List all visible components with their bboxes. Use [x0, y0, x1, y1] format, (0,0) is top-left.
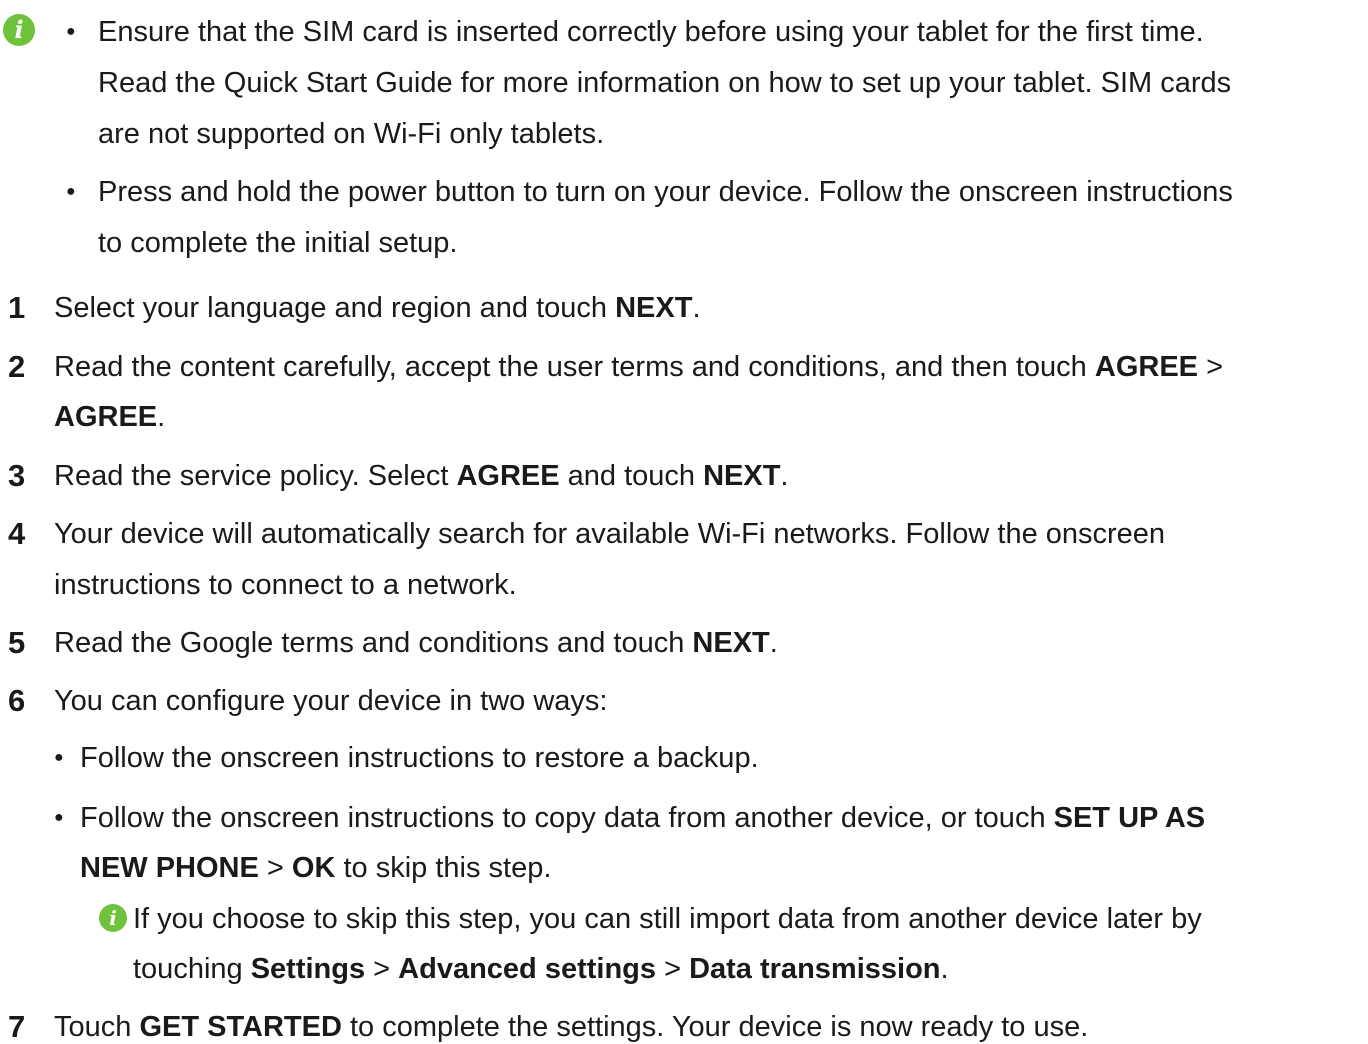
step-5-text: Read the Google terms and conditions and… [54, 627, 778, 659]
note-bullet-2-line-2: to complete the initial setup. [98, 227, 458, 259]
step-6-option-1: Follow the onscreen instructions to rest… [80, 742, 759, 774]
step-1-text: Select your language and region and touc… [54, 292, 701, 324]
step-6-option-2-line-1: Follow the onscreen instructions to copy… [80, 802, 1206, 834]
step-4-text-line-2: instructions to connect to a network. [54, 569, 517, 601]
step-3-text: Read the service policy. Select AGREE an… [54, 460, 789, 492]
step-number: 5 [8, 625, 26, 660]
step-6-option-2-line-2: NEW PHONE > OK to skip this step. [80, 852, 552, 884]
step-6-text: You can configure your device in two way… [54, 685, 608, 717]
step-4-text-line-1: Your device will automatically search fo… [54, 518, 1166, 550]
tip-text-line-2: touching Settings > Advanced settings > … [133, 953, 949, 985]
info-icon: i [3, 14, 35, 46]
step-2-text-line-2: AGREE. [54, 401, 166, 433]
step-number: 1 [8, 290, 26, 325]
bullet-icon: ● [66, 183, 76, 200]
info-icon: i [99, 904, 127, 932]
step-number: 4 [8, 516, 26, 551]
step-number: 6 [8, 683, 26, 718]
note-bullet-1-line-3: are not supported on Wi-Fi only tablets. [98, 118, 605, 150]
bullet-icon: ● [54, 809, 64, 826]
step-7-text: Touch GET STARTED to complete the settin… [54, 1011, 1089, 1043]
note-bullet-1-line-2: Read the Quick Start Guide for more info… [98, 67, 1232, 99]
tip-text-line-1: If you choose to skip this step, you can… [133, 903, 1202, 935]
step-number: 3 [8, 458, 26, 493]
step-number: 2 [8, 349, 26, 384]
step-number: 7 [8, 1009, 26, 1044]
note-bullet-2-line-1: Press and hold the power button to turn … [98, 176, 1233, 208]
bullet-icon: ● [54, 749, 64, 766]
bullet-icon: ● [66, 23, 76, 40]
step-2-text-line-1: Read the content carefully, accept the u… [54, 351, 1224, 383]
note-bullet-1-line-1: Ensure that the SIM card is inserted cor… [98, 16, 1204, 48]
